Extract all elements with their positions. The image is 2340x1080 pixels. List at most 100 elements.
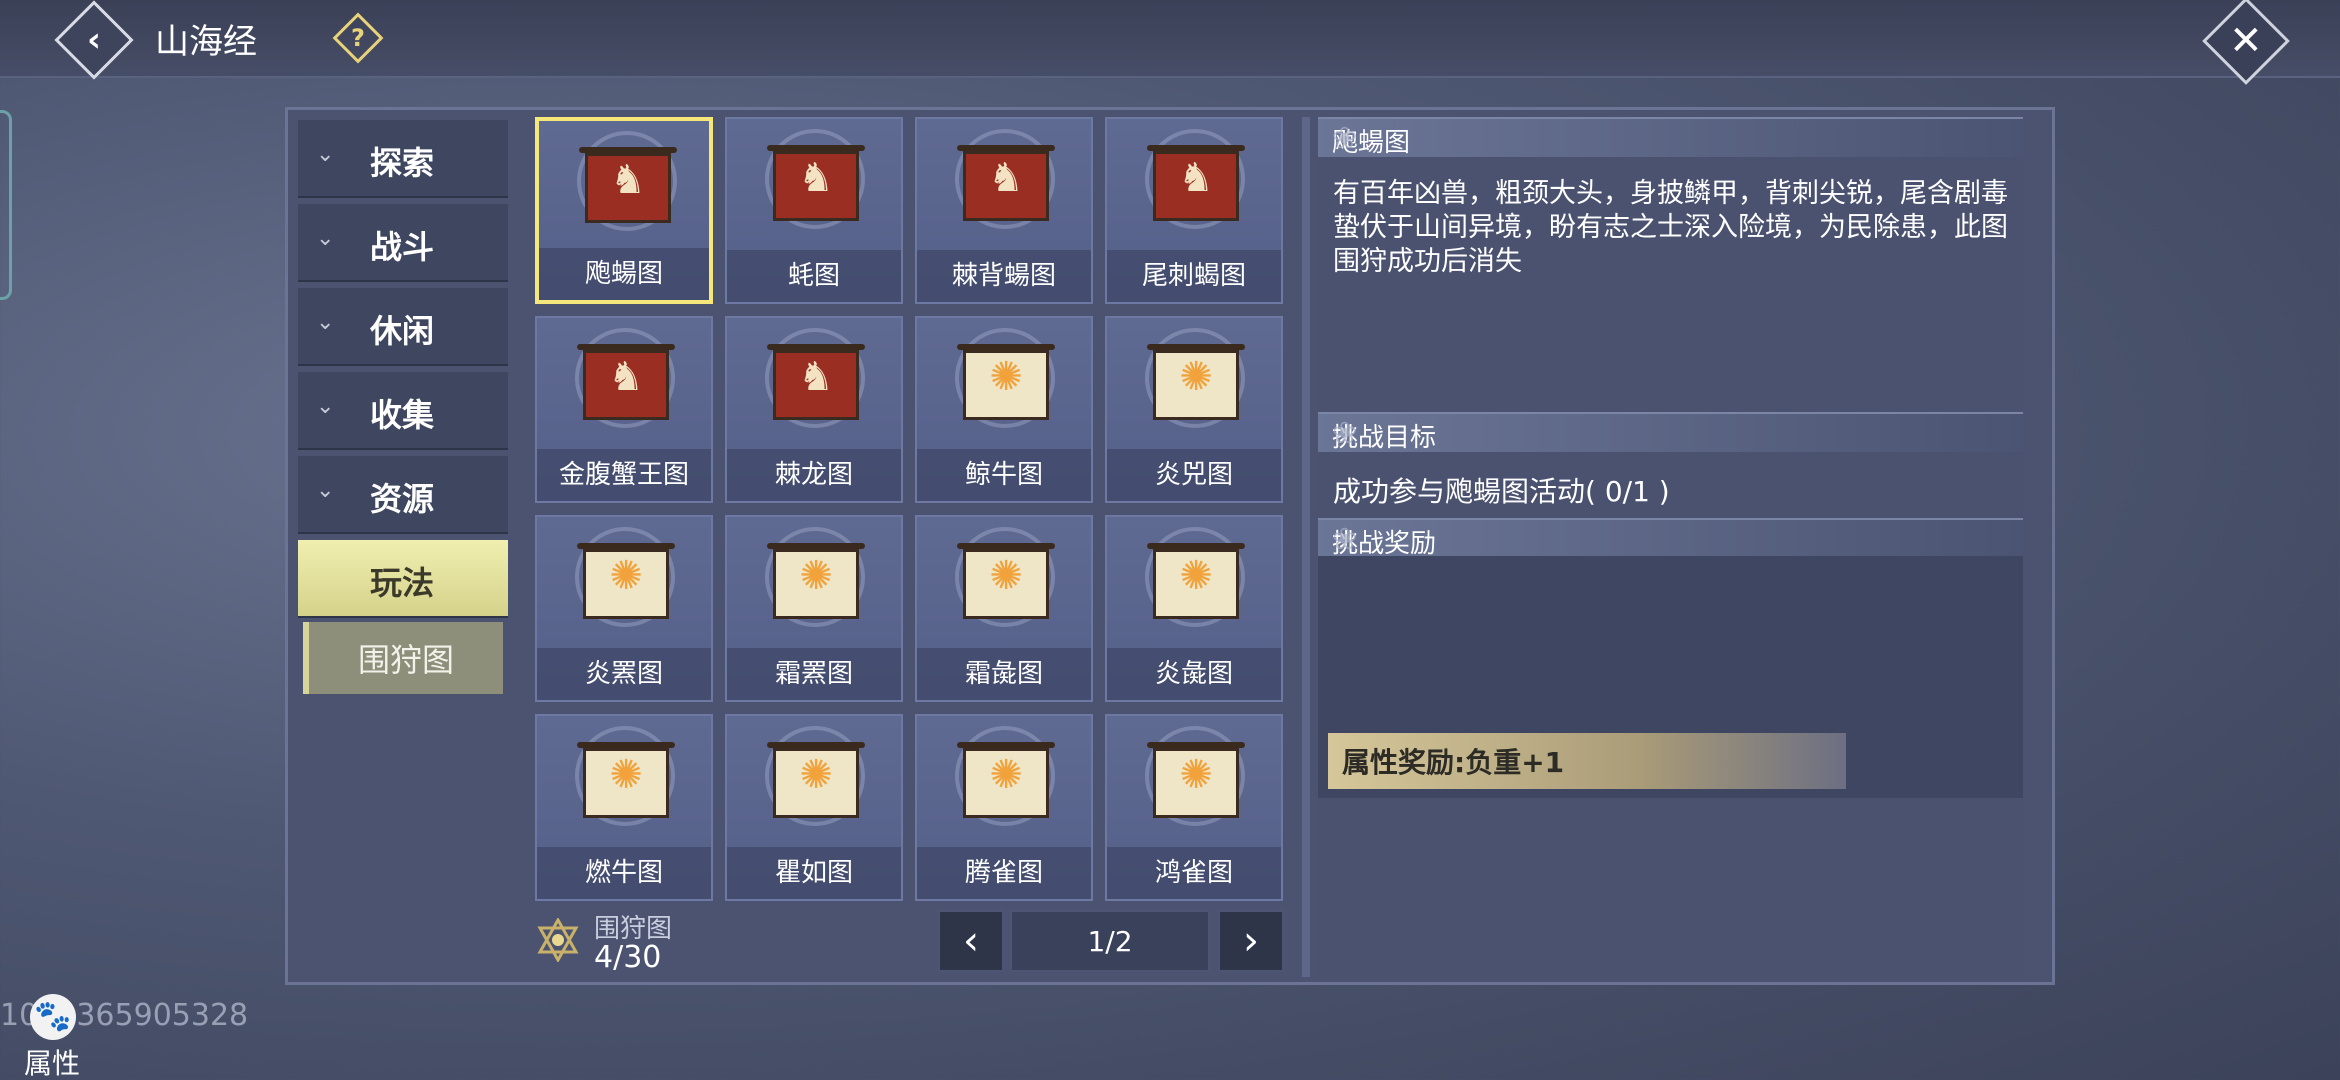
scroll-painting-icon: ♞ bbox=[767, 340, 865, 430]
chevron-down-icon: ⌄ bbox=[316, 226, 335, 251]
category-label: 休闲 bbox=[370, 312, 435, 350]
scroll-painting-icon: ♞ bbox=[767, 141, 865, 231]
scroll-painting-icon: ♞ bbox=[957, 141, 1055, 231]
scroll-painting-icon: ✺ bbox=[957, 738, 1055, 828]
back-button[interactable]: ‹ bbox=[54, 0, 134, 80]
scroll-name: 鲸牛图 bbox=[917, 449, 1091, 501]
scroll-cell[interactable]: ✺ 鸿雀图 bbox=[1105, 714, 1283, 901]
category-label: 玩法 bbox=[370, 564, 435, 602]
category-label: 收集 bbox=[370, 396, 435, 434]
cloud-ornament-icon: ❀ bbox=[1332, 416, 1358, 451]
attributes-label: 属性 bbox=[24, 1047, 81, 1080]
scroll-cell[interactable]: ✺ 鲸牛图 bbox=[915, 316, 1093, 503]
scroll-painting-icon: ✺ bbox=[957, 340, 1055, 430]
top-bar: ‹ 山海经 ? ✕ bbox=[0, 0, 2340, 85]
subcategory-label: 围狩图 bbox=[357, 641, 454, 679]
hunt-emblem-icon bbox=[537, 918, 579, 962]
scroll-name: 腾雀图 bbox=[917, 847, 1091, 899]
category-battle[interactable]: ⌄ 战斗 bbox=[298, 204, 508, 282]
chevron-left-icon: ‹ bbox=[963, 918, 979, 964]
subcategory-hunt-map[interactable]: 围狩图 bbox=[303, 622, 503, 694]
attributes-button[interactable]: 🐾 属性 bbox=[20, 994, 86, 1080]
scroll-cell[interactable]: ✺ 霜罴图 bbox=[725, 515, 903, 702]
scroll-cell[interactable]: ✺ 炎罴图 bbox=[535, 515, 713, 702]
scroll-cell[interactable]: ♞ 金腹蟹王图 bbox=[535, 316, 713, 503]
scroll-painting-icon: ♞ bbox=[577, 340, 675, 430]
scroll-painting-icon: ✺ bbox=[957, 539, 1055, 629]
scroll-name: 霜彘图 bbox=[917, 648, 1091, 700]
goal-header: 挑战目标 ❀ bbox=[1318, 412, 2023, 453]
collection-count: 4/30 bbox=[594, 940, 662, 975]
scroll-painting-icon: ✺ bbox=[767, 539, 865, 629]
scroll-name: 炎罴图 bbox=[537, 648, 711, 700]
page-title: 山海经 bbox=[155, 22, 257, 62]
scroll-painting-icon: ✺ bbox=[1147, 738, 1245, 828]
scroll-name: 炎兕图 bbox=[1107, 449, 1281, 501]
scroll-cell[interactable]: ✺ 霜彘图 bbox=[915, 515, 1093, 702]
description-line: 有百年凶兽，粗颈大头，身披鳞甲，背刺尖锐，尾含剧毒 bbox=[1333, 178, 2008, 209]
back-arrow-icon: ‹ bbox=[86, 19, 102, 60]
next-page-button[interactable]: › bbox=[1218, 910, 1284, 972]
category-label: 探索 bbox=[370, 144, 435, 182]
scroll-cell[interactable]: ✺ 瞿如图 bbox=[725, 714, 903, 901]
help-button[interactable]: ? bbox=[332, 12, 384, 64]
page-indicator: 1/2 bbox=[1010, 910, 1210, 972]
scroll-name: 燃牛图 bbox=[537, 847, 711, 899]
scroll-cell[interactable]: ♞ 尾刺蝎图 bbox=[1105, 117, 1283, 304]
scroll-painting-icon: ✺ bbox=[1147, 340, 1245, 430]
chevron-down-icon: ⌄ bbox=[316, 394, 335, 419]
scroll-name: 瞿如图 bbox=[727, 847, 901, 899]
close-icon: ✕ bbox=[2229, 17, 2263, 64]
category-label: 战斗 bbox=[370, 228, 435, 266]
paw-icon: 🐾 bbox=[30, 994, 76, 1040]
scroll-name: 棘背蝪图 bbox=[917, 250, 1091, 302]
reward-text: 属性奖励:负重+1 bbox=[1342, 746, 1565, 779]
category-leisure[interactable]: ⌄ 休闲 bbox=[298, 288, 508, 366]
category-label: 资源 bbox=[370, 480, 435, 518]
scroll-cell[interactable]: ✺ 炎兕图 bbox=[1105, 316, 1283, 503]
chevron-down-icon: ⌄ bbox=[316, 478, 335, 503]
scroll-painting-icon: ✺ bbox=[577, 738, 675, 828]
cloud-ornament-icon: ❀ bbox=[1332, 522, 1358, 557]
category-gameplay[interactable]: 玩法 bbox=[298, 540, 508, 618]
scroll-painting-icon: ✺ bbox=[577, 539, 675, 629]
detail-description: 有百年凶兽，粗颈大头，身披鳞甲，背刺尖锐，尾含剧毒 蛰伏于山间异境，盼有志之士深… bbox=[1333, 177, 2013, 279]
cloud-ornament-icon: ❀ bbox=[1332, 121, 1358, 156]
scroll-cell[interactable]: ♞ 棘龙图 bbox=[725, 316, 903, 503]
scroll-cell[interactable]: ♞ 蚝图 bbox=[725, 117, 903, 304]
scroll-name: 棘龙图 bbox=[727, 449, 901, 501]
scroll-name: 飑蝪图 bbox=[539, 248, 709, 300]
scroll-cell[interactable]: ♞ 飑蝪图 bbox=[535, 117, 713, 304]
chevron-right-icon: › bbox=[1243, 918, 1259, 964]
scroll-grid: ♞ 飑蝪图 ♞ 蚝图 ♞ 棘背蝪图 ♞ 尾刺蝎图 ♞ 金腹蟹王图 ♞ 棘龙图 ✺ 鲸牛图 ✺ 炎兕图 ✺ 炎罴图 ✺… bbox=[535, 117, 1287, 905]
scroll-painting-icon: ✺ bbox=[1147, 539, 1245, 629]
scroll-cell[interactable]: ✺ 炎彘图 bbox=[1105, 515, 1283, 702]
prev-page-button[interactable]: ‹ bbox=[938, 910, 1004, 972]
scroll-painting-icon: ♞ bbox=[579, 143, 677, 233]
reward-tag: 属性奖励:负重+1 bbox=[1328, 733, 1846, 789]
scroll-cell[interactable]: ♞ 棘背蝪图 bbox=[915, 117, 1093, 304]
scroll-name: 鸿雀图 bbox=[1107, 847, 1281, 899]
pane-divider bbox=[1302, 117, 1310, 977]
question-icon: ? bbox=[351, 23, 365, 52]
scroll-cell[interactable]: ✺ 腾雀图 bbox=[915, 714, 1093, 901]
detail-title-header: 飑蝪图 ❀ bbox=[1318, 117, 2023, 158]
scroll-name: 金腹蟹王图 bbox=[537, 449, 711, 501]
scroll-name: 尾刺蝎图 bbox=[1107, 250, 1281, 302]
scroll-name: 炎彘图 bbox=[1107, 648, 1281, 700]
side-tab-edge[interactable] bbox=[0, 110, 12, 300]
category-resource[interactable]: ⌄ 资源 bbox=[298, 456, 508, 534]
scroll-cell[interactable]: ✺ 燃牛图 bbox=[535, 714, 713, 901]
goal-text: 成功参与飑蝪图活动( 0/1 ) bbox=[1333, 475, 1670, 508]
description-line: 蛰伏于山间异境，盼有志之士深入险境，为民除患，此图围狩成功后消失 bbox=[1333, 212, 2008, 277]
scroll-painting-icon: ♞ bbox=[1147, 141, 1245, 231]
category-explore[interactable]: ⌄ 探索 bbox=[298, 120, 508, 198]
scroll-painting-icon: ✺ bbox=[767, 738, 865, 828]
close-button[interactable]: ✕ bbox=[2202, 0, 2290, 85]
scroll-name: 霜罴图 bbox=[727, 648, 901, 700]
scroll-name: 蚝图 bbox=[727, 250, 901, 302]
chevron-down-icon: ⌄ bbox=[316, 310, 335, 335]
chevron-down-icon: ⌄ bbox=[316, 142, 335, 167]
reward-header: 挑战奖励 ❀ bbox=[1318, 518, 2023, 559]
category-collect[interactable]: ⌄ 收集 bbox=[298, 372, 508, 450]
